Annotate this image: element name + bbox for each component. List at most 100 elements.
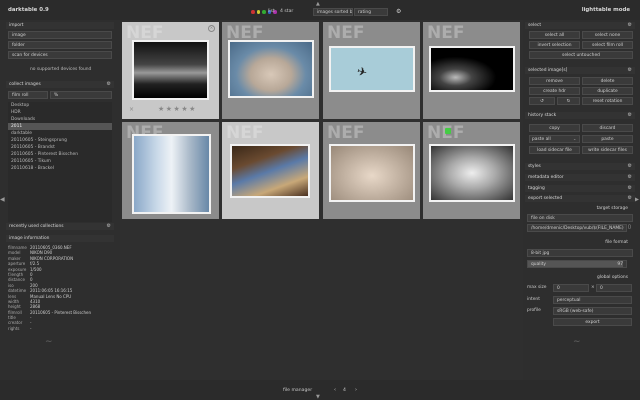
collection-item[interactable]: darktable bbox=[8, 130, 112, 137]
export-path-input[interactable]: /home/dmenic/Desktop/vub/$(FILE_NAME) bbox=[527, 224, 627, 232]
zoom-value[interactable]: 4 bbox=[343, 388, 346, 393]
tagging-header[interactable]: tagging ⚙ bbox=[525, 185, 635, 192]
format-badge: NEF bbox=[226, 123, 264, 143]
collection-item[interactable]: 20110618 - Brackel bbox=[8, 165, 112, 172]
app-title: darktable 0.9 bbox=[8, 7, 49, 13]
select-all-button[interactable]: select all bbox=[529, 31, 580, 39]
thumbnail-2[interactable]: NEF bbox=[222, 22, 319, 119]
paste-mode-icon[interactable]: ⌄ bbox=[573, 136, 576, 141]
scan-devices-button[interactable]: scan for devices bbox=[8, 51, 112, 59]
left-panel: ◀ import image folder scan for devices n… bbox=[0, 20, 120, 380]
thumbnail-3[interactable]: NEF ✈ bbox=[323, 22, 420, 119]
rating-filter[interactable]: 4 star bbox=[280, 9, 293, 14]
reset-rotation-button[interactable]: reset rotation bbox=[582, 97, 633, 105]
collection-item[interactable]: Downloads bbox=[8, 116, 112, 123]
select-untouched-button[interactable]: select untouched bbox=[529, 51, 633, 59]
color-label-dot[interactable] bbox=[251, 10, 255, 14]
collection-item[interactable]: 20110605 - Pinterest Bisschen bbox=[8, 151, 112, 158]
folder-icon[interactable]: ▯ bbox=[628, 224, 631, 230]
gear-icon[interactable]: ⚙ bbox=[628, 163, 632, 169]
info-value: - bbox=[30, 325, 32, 331]
thumbnail-6[interactable]: NEF bbox=[222, 122, 319, 219]
collect-mode-select[interactable]: film roll bbox=[8, 91, 48, 99]
duplicate-button[interactable]: duplicate bbox=[582, 87, 633, 95]
import-image-button[interactable]: image bbox=[8, 31, 112, 39]
photo-child-bw bbox=[429, 144, 515, 202]
collapse-bottom-icon[interactable]: ▼ bbox=[316, 394, 320, 400]
altered-indicator-icon bbox=[445, 128, 451, 134]
import-header[interactable]: import bbox=[6, 22, 114, 29]
create-hdr-button[interactable]: create hdr bbox=[529, 87, 580, 95]
gear-icon[interactable]: ⚙ bbox=[628, 195, 632, 201]
styles-header[interactable]: styles ⚙ bbox=[525, 163, 635, 170]
rating-stars[interactable]: ★★★★★ bbox=[158, 105, 197, 113]
sort-select[interactable]: rating bbox=[354, 8, 388, 16]
history-stack-header[interactable]: history stack ⚙ bbox=[525, 112, 635, 119]
gear-icon[interactable]: ⚙ bbox=[628, 174, 632, 180]
collection-item[interactable]: 20110605 - Steingsprung bbox=[8, 137, 112, 144]
write-sidecar-button[interactable]: write sidecar files bbox=[582, 146, 633, 154]
recent-collections-header[interactable]: recently used collections ⚙ bbox=[6, 223, 114, 230]
close-icon[interactable]: × bbox=[208, 25, 215, 32]
settings-gear-icon[interactable]: ⚙ bbox=[396, 8, 401, 15]
format-badge: NEF bbox=[327, 123, 365, 143]
image-info-header[interactable]: image information bbox=[6, 235, 114, 242]
collection-item[interactable]: Desktop bbox=[8, 102, 112, 109]
remove-button[interactable]: remove bbox=[529, 77, 580, 85]
profile-label: profile bbox=[527, 308, 541, 313]
storage-select[interactable]: file on disk bbox=[527, 214, 633, 222]
rotate-ccw-button[interactable]: ↺ bbox=[529, 97, 555, 105]
thumbnail-7[interactable]: NEF bbox=[323, 122, 420, 219]
selected-images-header[interactable]: selected image[s] ⚙ bbox=[525, 67, 635, 74]
discard-button[interactable]: discard bbox=[582, 124, 633, 132]
zoom-increase-icon[interactable]: › bbox=[355, 387, 357, 393]
thumbnail-5[interactable]: NEF bbox=[122, 122, 219, 219]
gear-icon[interactable]: ⚙ bbox=[628, 185, 632, 191]
photo-sunglasses bbox=[230, 144, 310, 198]
zoom-decrease-icon[interactable]: ‹ bbox=[334, 387, 336, 393]
collapse-top-icon[interactable]: ▲ bbox=[316, 1, 320, 7]
paste-button[interactable]: paste bbox=[582, 135, 633, 143]
thumbnail-8[interactable]: NEF bbox=[423, 122, 520, 219]
rotate-cw-button[interactable]: ↻ bbox=[557, 97, 580, 105]
collect-images-header[interactable]: collect images ⚙ bbox=[6, 81, 114, 88]
collection-item[interactable]: 20110605 - Tikum bbox=[8, 158, 112, 165]
color-label-dot[interactable] bbox=[262, 10, 266, 14]
format-select[interactable]: 8-bit jpg bbox=[527, 249, 633, 257]
mode-label: lighttable mode bbox=[581, 7, 630, 13]
reject-icon[interactable]: × bbox=[129, 106, 134, 113]
delete-button[interactable]: delete bbox=[582, 77, 633, 85]
collect-query-input[interactable]: % bbox=[50, 91, 112, 99]
max-height-input[interactable]: 0 bbox=[596, 284, 632, 292]
thumbnail-1[interactable]: NEF × × ★★★★★ bbox=[122, 22, 219, 119]
copy-button[interactable]: copy bbox=[529, 124, 580, 132]
profile-select[interactable]: sRGB (web-safe) bbox=[553, 307, 632, 315]
collection-item[interactable]: 20110605 - Brandst bbox=[8, 144, 112, 151]
decorative-swirl-icon: ∼ bbox=[573, 337, 581, 347]
select-film-roll-button[interactable]: select film roll bbox=[582, 41, 633, 49]
intent-select[interactable]: perceptual bbox=[553, 296, 632, 304]
gear-icon[interactable]: ⚙ bbox=[107, 223, 111, 229]
rotate-cw-icon: ↻ bbox=[566, 98, 571, 104]
gear-icon[interactable]: ⚙ bbox=[628, 22, 632, 28]
select-none-button[interactable]: select none bbox=[582, 31, 633, 39]
invert-selection-button[interactable]: invert selection bbox=[529, 41, 580, 49]
import-folder-button[interactable]: folder bbox=[8, 41, 112, 49]
collection-item[interactable]: HDR bbox=[8, 109, 112, 116]
gear-icon[interactable]: ⚙ bbox=[628, 112, 632, 118]
export-button[interactable]: export bbox=[553, 318, 632, 326]
color-label-dot[interactable] bbox=[256, 10, 260, 14]
left-expand-icon[interactable]: ◀ bbox=[0, 196, 5, 203]
load-sidecar-button[interactable]: load sidecar file bbox=[529, 146, 580, 154]
export-selected-header[interactable]: export selected ⚙ bbox=[525, 195, 635, 202]
gear-icon[interactable]: ⚙ bbox=[628, 67, 632, 73]
right-expand-icon[interactable]: ▶ bbox=[634, 196, 639, 203]
photo-night-lights bbox=[429, 46, 515, 92]
collection-item[interactable]: 2011 bbox=[8, 123, 112, 130]
thumbnail-4[interactable]: NEF bbox=[423, 22, 520, 119]
max-width-input[interactable]: 0 bbox=[553, 284, 589, 292]
metadata-editor-header[interactable]: metadata editor ⚙ bbox=[525, 174, 635, 181]
quality-slider[interactable]: quality 97 bbox=[527, 260, 627, 268]
select-header[interactable]: select ⚙ bbox=[525, 22, 635, 29]
gear-icon[interactable]: ⚙ bbox=[107, 81, 111, 87]
